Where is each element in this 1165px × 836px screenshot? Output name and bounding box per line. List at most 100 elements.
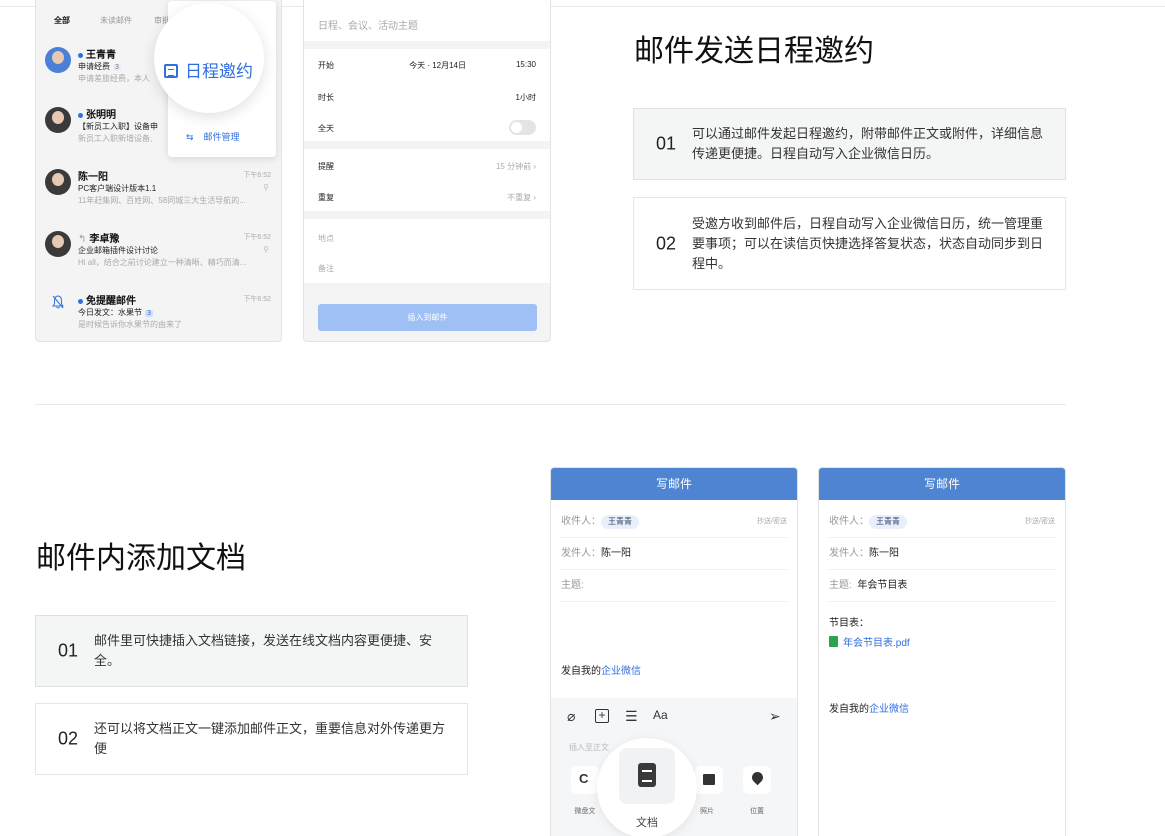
- sender-name: 王青青: [86, 50, 116, 61]
- signature-link[interactable]: 企业微信: [869, 704, 909, 715]
- recipient-row[interactable]: 收件人： 王青青 抄送/密送: [829, 506, 1055, 538]
- title-input[interactable]: 日程、会议、活动主题: [318, 21, 418, 32]
- insert-to-mail-button[interactable]: 插入到邮件: [318, 304, 537, 331]
- weiyun-icon: C: [579, 771, 589, 786]
- note-input[interactable]: 备注: [318, 264, 334, 273]
- section2-feature-2[interactable]: 02 还可以将文档正文一键添加邮件正文，重要信息对外传递更方便: [35, 703, 468, 775]
- allday-toggle[interactable]: [509, 120, 536, 135]
- weiyun-tile[interactable]: C: [571, 766, 599, 794]
- feature-description: 可以通过邮件发起日程邀约，附带邮件正文或附件，详细信息传递更便捷。日程自动写入企…: [692, 126, 1044, 161]
- remind-value: 15 分钟前 ›: [495, 162, 536, 171]
- mail-time: 下午6:52: [243, 172, 271, 179]
- mail-subject: PC客户端设计版本1.1: [78, 184, 157, 193]
- font-icon[interactable]: Aa: [653, 708, 668, 722]
- section-divider: [35, 404, 1066, 405]
- mail-subject: 企业邮箱插件设计讨论: [78, 246, 158, 255]
- feature-number: 01: [58, 640, 79, 661]
- location-input[interactable]: 地点: [318, 234, 334, 243]
- document-label: 文档: [636, 817, 658, 829]
- section1-feature-1[interactable]: 01 可以通过邮件发起日程邀约，附带邮件正文或附件，详细信息传递更便捷。日程自动…: [633, 108, 1066, 180]
- count-badge: 3: [145, 310, 153, 317]
- mail-item[interactable]: ↰ 李卓豫 下午6:52 企业邮箱插件设计讨论 ⚲ Hi all，结合之前讨论建立…: [36, 225, 281, 287]
- subject-label: 主题:: [561, 580, 584, 591]
- compose-phone-1: 写邮件 收件人： 王青青 抄送/密送 发件人：陈一阳 主题: 发自我的企业微信 ⌀…: [550, 467, 798, 836]
- avatar: [45, 107, 71, 133]
- sliders-icon: ⇆: [186, 132, 194, 142]
- signature: 发自我的企业微信: [561, 662, 641, 677]
- unread-dot: [78, 298, 83, 304]
- location-tile[interactable]: [743, 766, 771, 794]
- mail-manage-label: 邮件管理: [203, 132, 240, 142]
- attachment-icon: ⚲: [263, 245, 269, 254]
- duration-row[interactable]: 时长 1小时: [318, 92, 536, 103]
- compose-title: 写邮件: [819, 468, 1065, 500]
- location-pin-icon: [749, 769, 766, 786]
- remind-row[interactable]: 提醒 15 分钟前 ›: [318, 161, 536, 172]
- mail-preview: 11年赶集网、百姓网、58同城三大生活导航的...: [78, 196, 246, 205]
- mail-time: 下午6:52: [243, 234, 271, 241]
- doc-file-icon: [829, 636, 838, 647]
- list-icon[interactable]: ☰: [625, 708, 638, 725]
- insert-hint: 插入至正文: [569, 743, 609, 752]
- start-date: 今天 · 12月14日: [409, 61, 466, 70]
- document-icon[interactable]: [619, 748, 675, 804]
- feature-number: 02: [58, 728, 79, 749]
- recipient-label: 收件人：: [829, 516, 869, 527]
- subject-row[interactable]: 主题: 年会节目表: [829, 570, 1055, 602]
- section2-feature-1[interactable]: 01 邮件里可快捷插入文档链接，发送在线文档内容更便捷、安全。: [35, 615, 468, 687]
- duration-label: 时长: [318, 93, 334, 102]
- allday-row: 全天: [318, 120, 536, 135]
- signature-prefix: 发自我的: [561, 666, 601, 677]
- sender-name: 李卓豫: [89, 234, 120, 245]
- schedule-invite-label: 日程邀约: [185, 62, 253, 81]
- cc-bcc-link[interactable]: 抄送/密送: [757, 506, 787, 538]
- mail-time: 下午6:52: [243, 296, 271, 303]
- avatar: [45, 169, 71, 195]
- mail-item[interactable]: 陈一阳 下午6:52 PC客户端设计版本1.1 ⚲ 11年赶集网、百姓网、58同…: [36, 163, 281, 225]
- section1-feature-2[interactable]: 02 受邀方收到邮件后，日程自动写入企业微信日历，统一管理重要事项；可以在读信页…: [633, 197, 1066, 290]
- schedule-form-phone: 日程、会议、活动主题 开始 今天 · 12月14日 15:30 时长 1小时 全…: [303, 0, 551, 342]
- send-icon[interactable]: ➢: [769, 708, 781, 725]
- sender-name: 陈一阳: [78, 172, 108, 183]
- subject-row[interactable]: 主题:: [561, 570, 787, 602]
- mail-manage-option[interactable]: ⇆ 邮件管理: [186, 130, 240, 143]
- cc-bcc-link[interactable]: 抄送/密送: [1025, 506, 1055, 538]
- section2-heading: 邮件内添加文档: [36, 542, 246, 575]
- start-row[interactable]: 开始 今天 · 12月14日 15:30: [318, 60, 536, 71]
- subject-value: 年会节目表: [857, 580, 908, 591]
- feature-number: 01: [656, 133, 677, 154]
- body-title: 节目表：: [829, 618, 869, 629]
- duration-value: 1小时: [515, 93, 536, 102]
- unread-dot: [78, 112, 83, 118]
- feature-number: 02: [656, 233, 677, 253]
- location-label: 位置: [750, 808, 764, 815]
- photo-tile[interactable]: [695, 766, 723, 794]
- mail-list-phone: 全部 未读邮件 审批 王青青 申请经费 3 申请差旅经费，本人 张明明 【新员工入…: [35, 0, 282, 342]
- repeat-row[interactable]: 重复 不重复 ›: [318, 192, 536, 203]
- compose-phone-2: 写邮件 收件人： 王青青 抄送/密送 发件人：陈一阳 主题: 年会节目表 节目表：…: [818, 467, 1066, 836]
- start-time: 15:30: [515, 60, 536, 69]
- recipient-label: 收件人：: [561, 516, 601, 527]
- start-label: 开始: [318, 61, 334, 70]
- tab-unread[interactable]: 未读邮件: [100, 15, 132, 26]
- signature-link[interactable]: 企业微信: [601, 666, 641, 677]
- mail-subject: 今日发文：水果节: [78, 308, 142, 317]
- tab-all[interactable]: 全部: [54, 15, 70, 26]
- recipient-chip[interactable]: 王青青: [601, 515, 639, 529]
- feature-description: 还可以将文档正文一键添加邮件正文，重要信息对外传递更方便: [94, 721, 446, 756]
- mail-item[interactable]: 免提醒邮件 下午6:52 今日发文：水果节 3 是时候告诉你水果节的由来了: [36, 287, 281, 341]
- sender-row: 发件人：陈一阳: [561, 538, 787, 570]
- attachment-icon[interactable]: ⌀: [567, 708, 575, 725]
- schedule-invite-option[interactable]: 日程邀约: [164, 57, 253, 82]
- mail-subject: 【新员工入职】设备申: [78, 122, 158, 131]
- feature-description: 受邀方收到邮件后，日程自动写入企业微信日历，统一管理重要事项；可以在读信页快捷选…: [692, 215, 1044, 271]
- recipient-chip[interactable]: 王青青: [869, 515, 907, 529]
- mail-subject: 申请经费: [78, 62, 110, 71]
- insert-icon[interactable]: +: [595, 709, 609, 723]
- signature: 发自我的企业微信: [829, 700, 909, 715]
- signature-prefix: 发自我的: [829, 704, 869, 715]
- bell-off-icon: [52, 295, 64, 309]
- recipient-row[interactable]: 收件人： 王青青 抄送/密送: [561, 506, 787, 538]
- attachment-link[interactable]: 年会节目表.pdf: [829, 634, 910, 649]
- subject-label: 主题:: [829, 580, 852, 591]
